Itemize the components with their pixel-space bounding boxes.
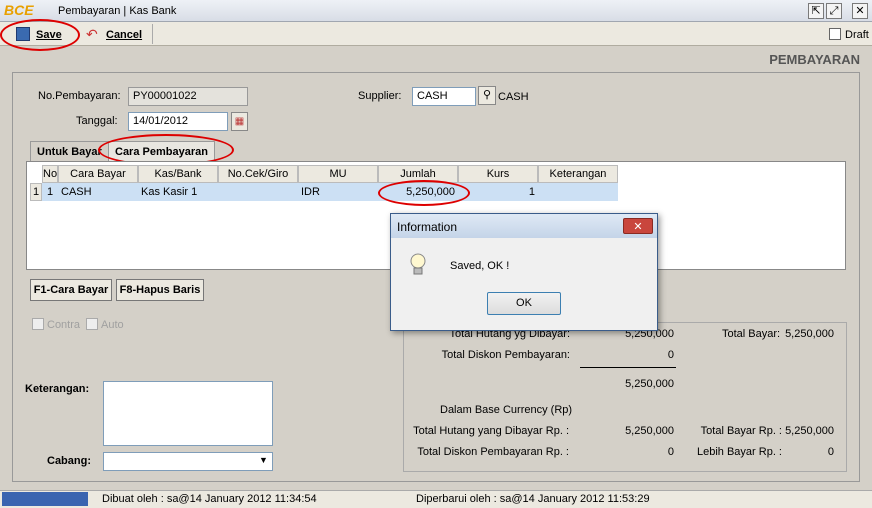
annotation-circle-save [0, 19, 80, 51]
progress-indicator [2, 492, 88, 506]
draft-checkbox[interactable] [829, 28, 841, 40]
dialog-close-button[interactable]: ✕ [623, 218, 653, 234]
col-header-no: No [42, 165, 58, 183]
tanggal-label: Tanggal: [76, 115, 118, 127]
calendar-icon[interactable]: ▦ [231, 112, 248, 131]
lebih-bayar-rp-value: 0 [827, 446, 834, 458]
auto-label: Auto [101, 319, 124, 331]
no-pembayaran-field[interactable]: PY00001022 [128, 87, 248, 106]
keterangan-label: Keterangan: [25, 383, 90, 395]
total-bayar-rp-label: Total Bayar Rp. : [700, 425, 782, 437]
information-dialog: Information ✕ Saved, OK ! OK [390, 213, 658, 331]
app-logo: BCE [4, 2, 34, 18]
cell-kas-bank[interactable]: Kas Kasir 1 [138, 183, 218, 201]
total-bayar-rp-value: 5,250,000 [785, 425, 834, 437]
window-close-icon[interactable]: ✕ [852, 3, 868, 19]
maximize-icon[interactable]: ⤢ [826, 3, 842, 19]
cell-no[interactable]: 1 [42, 183, 58, 201]
tanggal-field[interactable]: 14/01/2012 [128, 112, 228, 131]
annotation-circle-jumlah [378, 180, 470, 206]
tab-untuk-bayar[interactable]: Untuk Bayar [30, 141, 109, 161]
col-header-kurs: Kurs [458, 165, 538, 183]
cell-keterangan[interactable] [538, 183, 618, 201]
cara-bayar-button[interactable]: F1-Cara Bayar [30, 279, 112, 301]
cabang-label: Cabang: [47, 455, 91, 467]
summary-divider [580, 367, 676, 368]
chevron-down-icon[interactable]: ▼ [259, 455, 268, 465]
keterangan-textarea[interactable] [103, 381, 273, 446]
auto-checkbox[interactable] [86, 318, 98, 330]
cancel-button[interactable]: Cancel [106, 25, 142, 45]
col-header-keterangan: Keterangan [538, 165, 618, 183]
col-header-cara-bayar: Cara Bayar [58, 165, 138, 183]
search-icon[interactable]: ⚲ [478, 86, 496, 105]
page-title: PEMBAYARAN [769, 52, 860, 67]
hapus-baris-button[interactable]: F8-Hapus Baris [116, 279, 204, 301]
no-pembayaran-label: No.Pembayaran: [38, 90, 121, 102]
total-hutang-rp-label: Total Hutang yang Dibayar Rp. : [413, 425, 569, 437]
row-index: 1 [30, 183, 42, 201]
base-currency-label: Dalam Base Currency (Rp) [440, 404, 573, 416]
toolbar-divider [152, 24, 153, 44]
dialog-message: Saved, OK ! [450, 260, 510, 272]
col-header-no-cek-giro: No.Cek/Giro [218, 165, 298, 183]
total-diskon-rp-label: Total Diskon Pembayaran Rp. : [417, 446, 569, 458]
total-diskon-rp-value: 0 [667, 446, 674, 458]
status-updated: Diperbarui oleh : sa@14 January 2012 11:… [416, 493, 650, 505]
col-header-mu: MU [298, 165, 378, 183]
cell-kurs[interactable]: 1 [458, 183, 538, 201]
total-bayar-value: 5,250,000 [785, 328, 834, 340]
cell-no-cek-giro[interactable] [218, 183, 298, 201]
contra-label: Contra [47, 319, 81, 331]
supplier-name: CASH [498, 91, 529, 103]
lightbulb-icon [409, 252, 427, 278]
cell-cara-bayar[interactable]: CASH [58, 183, 138, 201]
dialog-title: Information [397, 220, 458, 234]
supplier-field[interactable]: CASH [412, 87, 476, 106]
supplier-label: Supplier: [358, 90, 402, 102]
total-hutang-rp-value: 5,250,000 [625, 425, 674, 437]
total-diskon-value: 0 [667, 349, 674, 361]
col-header-kas-bank: Kas/Bank [138, 165, 218, 183]
subtotal-value: 5,250,000 [625, 378, 674, 390]
cabang-select[interactable] [103, 452, 273, 471]
draft-label: Draft [845, 29, 869, 41]
lebih-bayar-rp-label: Lebih Bayar Rp. : [697, 446, 782, 458]
cell-mu[interactable]: IDR [298, 183, 378, 201]
total-diskon-label: Total Diskon Pembayaran: [441, 349, 570, 361]
window-title: Pembayaran | Kas Bank [58, 5, 177, 17]
ok-button[interactable]: OK [487, 292, 561, 315]
status-created: Dibuat oleh : sa@14 January 2012 11:34:5… [102, 493, 317, 505]
restore-icon[interactable]: ⇱ [808, 3, 824, 19]
contra-checkbox[interactable] [32, 318, 44, 330]
cancel-icon: ↶ [86, 26, 98, 42]
